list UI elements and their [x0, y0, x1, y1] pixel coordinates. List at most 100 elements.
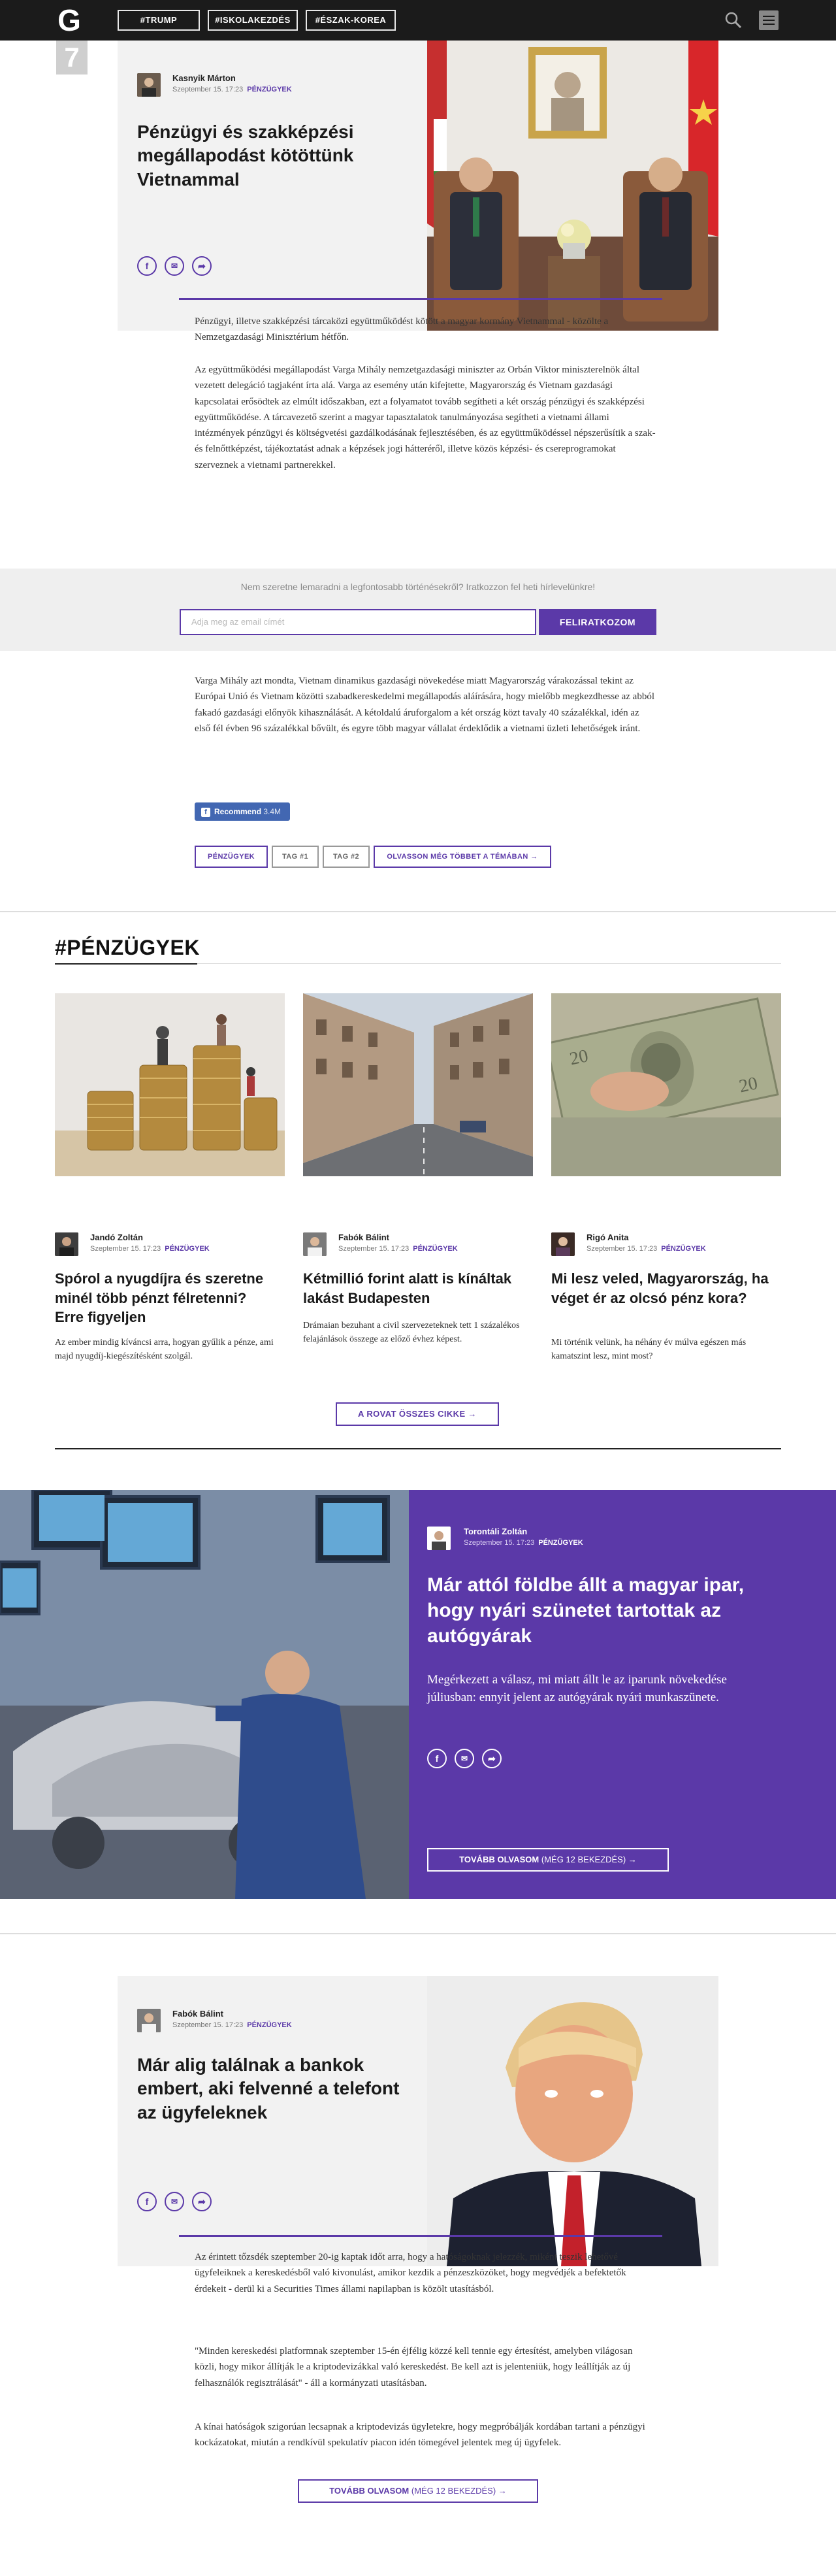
article-meta: Szeptember 15. 17:23 PÉNZÜGYEK — [338, 1245, 458, 1253]
share-icon[interactable]: ➦ — [482, 1749, 502, 1768]
read-more-button[interactable]: TOVÁBB OLVASOM (MÉG 12 BEKEZDÉS) → — [298, 2479, 538, 2503]
arrow-right-icon: → — [530, 853, 538, 861]
card-image[interactable]: 20 20 — [551, 993, 781, 1176]
article-date: Szeptember 15. 17:23 — [464, 1539, 535, 1547]
read-more-count: (MÉG 12 BEKEZDÉS) — [541, 1855, 626, 1864]
card-title[interactable]: Kétmillió forint alatt is kínáltak lakás… — [303, 1269, 525, 1308]
category-link[interactable]: PÉNZÜGYEK — [247, 2021, 291, 2029]
feature-lead: Megérkezett a válasz, mi miatt állt le a… — [427, 1673, 727, 1704]
article-date: Szeptember 15. 17:23 — [587, 1245, 658, 1253]
author-name[interactable]: Fabók Bálint — [172, 2009, 223, 2019]
tag-button[interactable]: PÉNZÜGYEK — [195, 846, 268, 868]
menu-icon[interactable] — [759, 10, 779, 30]
email-icon[interactable]: ✉ — [455, 1749, 474, 1768]
article-meta: Szeptember 15. 17:23 PÉNZÜGYEK — [172, 2021, 292, 2029]
more-on-topic-label: OLVASSON MÉG TÖBBET A TÉMÁBAN — [387, 853, 528, 861]
tag-button[interactable]: TAG #1 — [272, 846, 319, 868]
avatar — [137, 73, 161, 97]
feature-image[interactable] — [0, 1490, 409, 1899]
divider — [197, 963, 781, 964]
section-title[interactable]: #PÉNZÜGYEK — [55, 936, 200, 960]
nav-tag-iskolakezdes[interactable]: #ISKOLAKEZDÉS — [208, 10, 298, 31]
article-date: Szeptember 15. 17:23 — [338, 1245, 410, 1253]
accent-line — [179, 2235, 662, 2237]
avatar — [427, 1527, 451, 1550]
email-icon[interactable]: ✉ — [165, 256, 184, 276]
author-name[interactable]: Jandó Zoltán — [90, 1232, 143, 1242]
article-date: Szeptember 15. 17:23 — [90, 1245, 161, 1253]
feature-title[interactable]: Már attól földbe állt a magyar ipar, hog… — [427, 1572, 754, 1649]
email-field[interactable]: Adja meg az email címét — [180, 609, 536, 635]
card-title[interactable]: Mi lesz veled, Magyarország, ha véget ér… — [551, 1269, 773, 1308]
card-image[interactable] — [55, 993, 285, 1176]
avatar — [303, 1232, 327, 1256]
nav-tag-trump[interactable]: #TRUMP — [118, 10, 200, 31]
category-link[interactable]: PÉNZÜGYEK — [661, 1245, 705, 1253]
divider — [55, 1448, 781, 1449]
article-paragraph: Az együttműködési megállapodást Varga Mi… — [195, 365, 656, 471]
read-more-label: TOVÁBB OLVASOM — [329, 2486, 410, 2496]
category-link[interactable]: PÉNZÜGYEK — [165, 1245, 209, 1253]
section-title-underline — [55, 963, 197, 965]
author-name[interactable]: Kasnyik Márton — [172, 73, 236, 83]
article-meta: Szeptember 15. 17:23 PÉNZÜGYEK — [90, 1245, 210, 1253]
tag-button[interactable]: TAG #2 — [323, 846, 370, 868]
card-image[interactable] — [303, 993, 533, 1176]
author-name[interactable]: Torontáli Zoltán — [464, 1527, 527, 1536]
rank-badge: 7 — [56, 41, 88, 74]
divider — [0, 911, 836, 912]
nav-tag-eszak-korea[interactable]: #ÉSZAK-KOREA — [306, 10, 396, 31]
arrow-right-icon: → — [468, 1409, 477, 1419]
card-lead: Az ember mindig kíváncsi arra, hogyan gy… — [55, 1338, 274, 1361]
article-meta: Szeptember 15. 17:23 PÉNZÜGYEK — [172, 86, 292, 93]
search-icon[interactable] — [724, 10, 743, 30]
email-icon[interactable]: ✉ — [165, 2192, 184, 2211]
facebook-icon[interactable]: f — [137, 256, 157, 276]
article-paragraph: Az érintett tőzsdék szeptember 20-ig kap… — [195, 2252, 626, 2294]
newsletter-text: Nem szeretne lemaradni a legfontosabb tö… — [240, 582, 596, 592]
facebook-icon: f — [201, 808, 210, 817]
category-link[interactable]: PÉNZÜGYEK — [247, 86, 291, 93]
all-section-articles-button[interactable]: A ROVAT ÖSSZES CIKKE → — [336, 1402, 499, 1426]
read-more-label: TOVÁBB OLVASOM — [459, 1855, 539, 1864]
article-title[interactable]: Pénzügyi és szakképzési megállapodást kö… — [137, 120, 405, 191]
article-paragraph: Varga Mihály azt mondta, Vietnam dinamik… — [195, 676, 654, 734]
accent-line — [179, 298, 662, 300]
recommend-count: 3.4M — [263, 807, 281, 816]
more-on-topic-button[interactable]: OLVASSON MÉG TÖBBET A TÉMÁBAN → — [374, 846, 551, 868]
read-more-count: (MÉG 12 BEKEZDÉS) — [411, 2486, 496, 2496]
article-meta: Szeptember 15. 17:23 PÉNZÜGYEK — [587, 1245, 706, 1253]
card-lead: Mi történik velünk, ha néhány év múlva e… — [551, 1338, 747, 1361]
category-link[interactable]: PÉNZÜGYEK — [538, 1539, 583, 1547]
card-title[interactable]: Spórol a nyugdíjra és szeretne minél töb… — [55, 1269, 277, 1327]
arrow-right-icon: → — [628, 1855, 637, 1864]
article-paragraph: "Minden kereskedési platformnak szeptemb… — [195, 2346, 633, 2388]
avatar — [551, 1232, 575, 1256]
article-hero-image — [427, 41, 718, 331]
article-date: Szeptember 15. 17:23 — [172, 2021, 244, 2029]
avatar — [55, 1232, 78, 1256]
subscribe-button[interactable]: FELIRATKOZOM — [539, 609, 656, 635]
article-title[interactable]: Már alig találnak a bankok embert, aki f… — [137, 2053, 411, 2124]
recommend-label: Recommend — [214, 807, 262, 816]
article-meta: Szeptember 15. 17:23 PÉNZÜGYEK — [464, 1539, 583, 1547]
category-link[interactable]: PÉNZÜGYEK — [413, 1245, 457, 1253]
site-logo[interactable]: G — [55, 5, 84, 35]
card-lead: Drámaian bezuhant a civil szervezeteknek… — [303, 1321, 520, 1344]
all-section-articles-label: A ROVAT ÖSSZES CIKKE — [358, 1409, 466, 1419]
article-date: Szeptember 15. 17:23 — [172, 86, 244, 93]
article-hero-image — [427, 1976, 718, 2266]
author-name[interactable]: Fabók Bálint — [338, 1232, 389, 1242]
divider — [0, 1933, 836, 1934]
share-icon[interactable]: ➦ — [192, 256, 212, 276]
article-paragraph: Pénzügyi, illetve szakképzési tárcaközi … — [195, 316, 609, 343]
share-icon[interactable]: ➦ — [192, 2192, 212, 2211]
article-paragraph: A kínai hatóságok szigorúan lecsapnak a … — [195, 2422, 645, 2449]
facebook-icon[interactable]: f — [427, 1749, 447, 1768]
author-name[interactable]: Rigó Anita — [587, 1232, 629, 1242]
facebook-icon[interactable]: f — [137, 2192, 157, 2211]
facebook-recommend-button[interactable]: f Recommend 3.4M — [195, 802, 290, 821]
read-more-button[interactable]: TOVÁBB OLVASOM (MÉG 12 BEKEZDÉS) → — [427, 1848, 669, 1872]
arrow-right-icon: → — [498, 2486, 507, 2496]
avatar — [137, 2009, 161, 2032]
